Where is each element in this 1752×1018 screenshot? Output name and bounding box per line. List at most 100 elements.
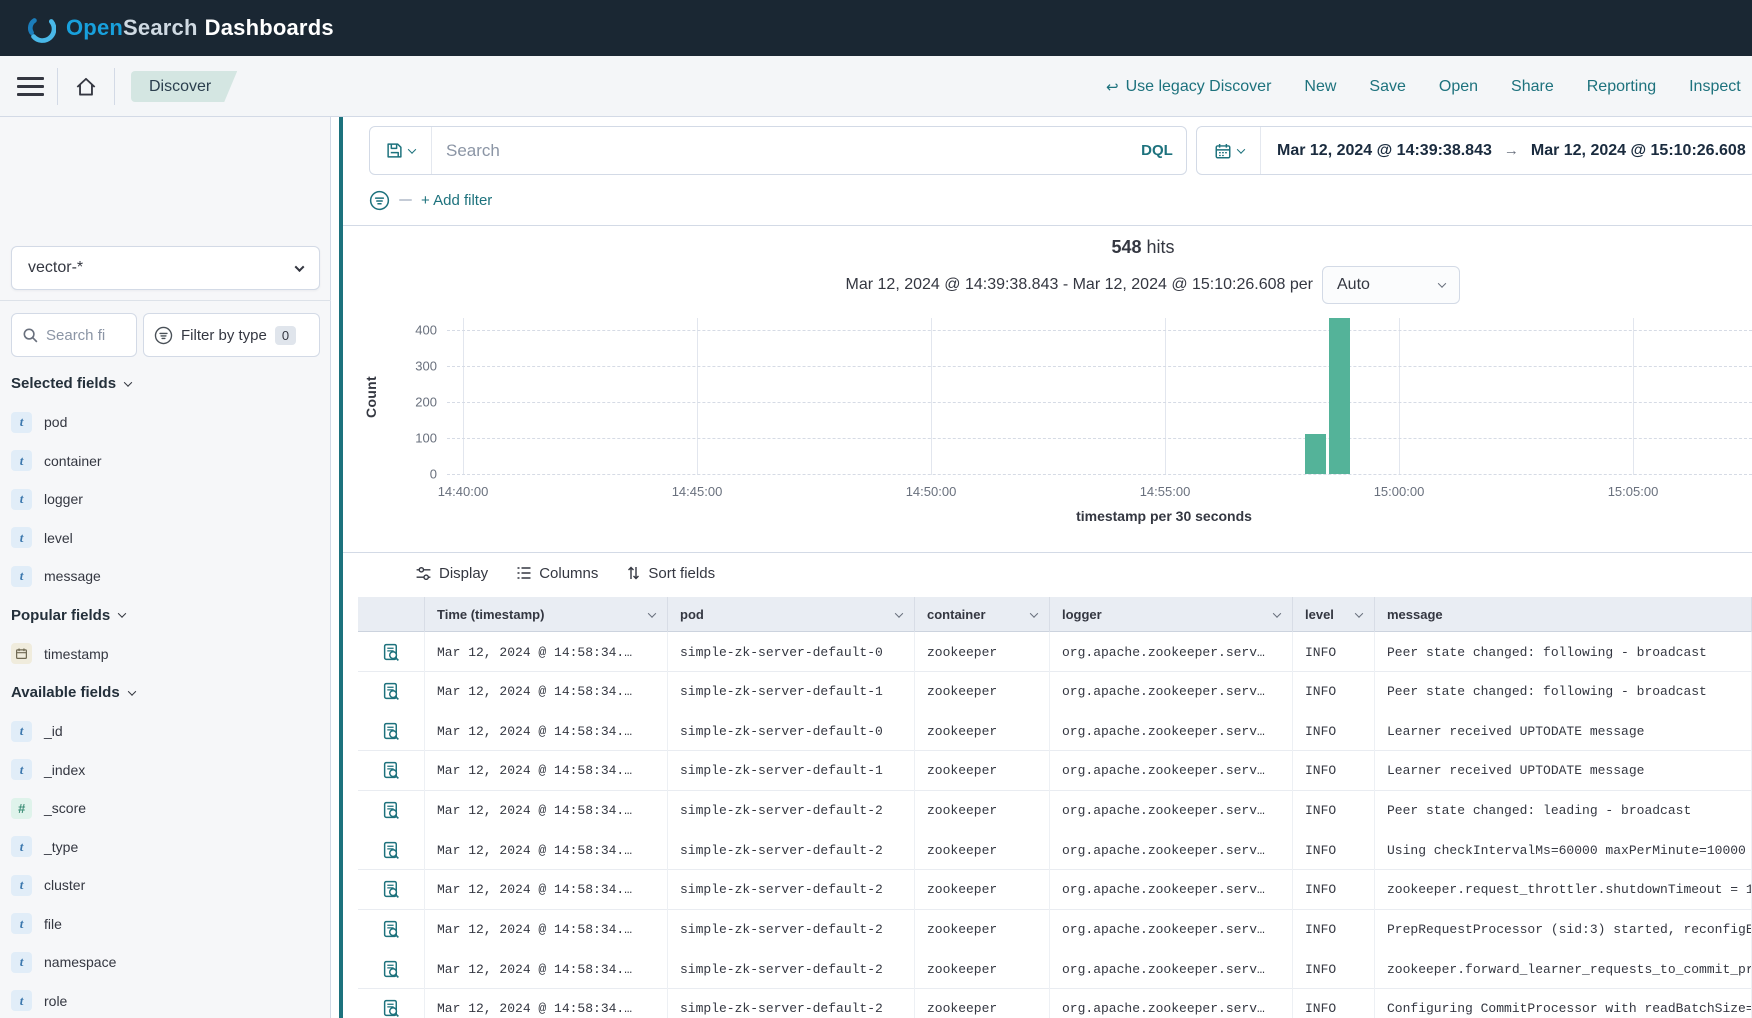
nav-link-inspect[interactable]: Inspect [1689, 78, 1741, 96]
nav-link-share[interactable]: Share [1511, 78, 1554, 96]
expand-row-icon[interactable] [358, 830, 425, 870]
sort-fields-button[interactable]: Sort fields [626, 565, 715, 582]
table-row: Mar 12, 2024 @ 14:58:34.…simple-zk-serve… [358, 949, 1752, 989]
header-expand-column [358, 597, 425, 632]
field-name: level [44, 530, 73, 546]
filter-by-type-button[interactable]: Filter by type 0 [143, 313, 320, 357]
column-header-message[interactable]: message [1375, 597, 1752, 632]
cell-message: Configuring CommitProcessor with readBat… [1375, 989, 1752, 1018]
chevron-down-icon [118, 609, 126, 617]
nav-link-reporting[interactable]: Reporting [1587, 78, 1656, 96]
histogram-bar[interactable] [1305, 434, 1326, 474]
cell-message: Using checkIntervalMs=60000 maxPerMinute… [1375, 830, 1752, 870]
chevron-down-icon [1438, 279, 1446, 287]
date-from[interactable]: Mar 12, 2024 @ 14:39:38.843 [1277, 142, 1492, 160]
field-search-input[interactable] [46, 327, 116, 344]
date-to[interactable]: Mar 12, 2024 @ 15:10:26.608 [1531, 142, 1746, 160]
chevron-down-icon[interactable] [648, 609, 656, 617]
field-item-pod[interactable]: tpod [11, 403, 326, 442]
saved-queries-button[interactable] [370, 127, 432, 174]
save-icon [386, 142, 403, 159]
expand-row-icon[interactable] [358, 632, 425, 672]
expand-row-icon[interactable] [358, 989, 425, 1018]
expand-row-icon[interactable] [358, 949, 425, 989]
field-item-_id[interactable]: t_id [11, 712, 326, 751]
query-language-button[interactable]: DQL [1128, 142, 1186, 159]
string-field-icon: t [11, 721, 32, 742]
cell-pod: simple-zk-server-default-0 [668, 632, 915, 672]
interval-select[interactable]: Auto [1322, 266, 1460, 304]
table-body: Mar 12, 2024 @ 14:58:34.… simple-zk-serve… [358, 632, 1752, 1018]
field-item-_index[interactable]: t_index [11, 751, 326, 790]
string-field-icon: t [11, 990, 32, 1011]
filter-icon [154, 326, 173, 345]
cell-logger: org.apache.zookeeper.serv… [1050, 632, 1293, 672]
column-header-container[interactable]: container [915, 597, 1050, 632]
column-header-pod[interactable]: pod [668, 597, 915, 632]
chevron-down-icon[interactable] [1273, 609, 1281, 617]
field-item-level[interactable]: tlevel [11, 519, 326, 558]
string-field-icon: t [11, 759, 32, 780]
string-field-icon: t [11, 527, 32, 548]
expand-row-icon[interactable] [358, 711, 425, 751]
y-tick-label: 300 [393, 359, 437, 374]
chevron-down-icon[interactable] [895, 609, 903, 617]
field-item-_score[interactable]: #_score [11, 789, 326, 828]
nav-link-save[interactable]: Save [1369, 78, 1405, 96]
column-header-level[interactable]: level [1293, 597, 1375, 632]
field-item-role[interactable]: trole [11, 982, 326, 1018]
breadcrumb[interactable]: Discover [131, 71, 237, 102]
table-row: Mar 12, 2024 @ 14:58:34.…simple-zk-serve… [358, 632, 1752, 672]
cell-logger: org.apache.zookeeper.serv… [1050, 910, 1293, 950]
expand-row-icon[interactable] [358, 870, 425, 910]
expand-row-icon[interactable] [358, 751, 425, 791]
field-section-available-fields[interactable]: Available fields [11, 673, 326, 712]
expand-row-icon[interactable] [358, 672, 425, 712]
field-section-selected-fields[interactable]: Selected fields [11, 364, 326, 403]
field-item-_type[interactable]: t_type [11, 828, 326, 867]
add-filter-button[interactable]: + Add filter [421, 192, 492, 209]
menu-icon[interactable] [17, 77, 44, 96]
display-button[interactable]: Display [415, 565, 488, 582]
home-icon[interactable] [73, 74, 99, 100]
field-name: logger [44, 491, 83, 507]
date-range[interactable]: Mar 12, 2024 @ 14:39:38.843 → Mar 12, 20… [1261, 142, 1746, 160]
nav-link-new[interactable]: New [1304, 78, 1336, 96]
nav-link-open[interactable]: Open [1439, 78, 1478, 96]
field-item-namespace[interactable]: tnamespace [11, 943, 326, 982]
cell-time: Mar 12, 2024 @ 14:58:34.… [425, 989, 668, 1018]
hits-range-subtitle: Mar 12, 2024 @ 14:39:38.843 - Mar 12, 20… [846, 276, 1313, 294]
field-item-message[interactable]: tmessage [11, 557, 326, 596]
chart-gridline [447, 438, 1752, 439]
cell-level: INFO [1293, 791, 1375, 831]
string-field-icon: t [11, 952, 32, 973]
field-item-logger[interactable]: tlogger [11, 480, 326, 519]
chart-gridline [1633, 318, 1634, 475]
cell-message: zookeeper.forward_learner_requests_to_co… [1375, 949, 1752, 989]
field-item-container[interactable]: tcontainer [11, 442, 326, 481]
field-item-file[interactable]: tfile [11, 905, 326, 944]
date-quick-select-button[interactable] [1197, 127, 1261, 174]
column-header-logger[interactable]: logger [1050, 597, 1293, 632]
cell-logger: org.apache.zookeeper.serv… [1050, 949, 1293, 989]
field-section-popular-fields[interactable]: Popular fields [11, 596, 326, 635]
cell-level: INFO [1293, 989, 1375, 1018]
filter-options-icon[interactable] [369, 190, 390, 211]
histogram-bar[interactable] [1329, 318, 1350, 474]
search-input[interactable] [432, 141, 1128, 161]
cell-logger: org.apache.zookeeper.serv… [1050, 870, 1293, 910]
cell-container: zookeeper [915, 791, 1050, 831]
column-header-time[interactable]: Time (timestamp) [425, 597, 668, 632]
columns-button[interactable]: Columns [516, 565, 598, 582]
field-item-timestamp[interactable]: timestamp [11, 635, 326, 674]
chevron-down-icon[interactable] [1030, 609, 1038, 617]
x-tick-label: 15:00:00 [1374, 484, 1425, 499]
expand-row-icon[interactable] [358, 791, 425, 831]
index-pattern-select[interactable]: vector-* [11, 246, 320, 290]
cell-logger: org.apache.zookeeper.serv… [1050, 672, 1293, 712]
string-field-icon: t [11, 566, 32, 587]
field-item-cluster[interactable]: tcluster [11, 866, 326, 905]
use-legacy-discover-link[interactable]: ↩Use legacy Discover [1106, 78, 1271, 96]
expand-row-icon[interactable] [358, 910, 425, 950]
chevron-down-icon[interactable] [1355, 609, 1363, 617]
